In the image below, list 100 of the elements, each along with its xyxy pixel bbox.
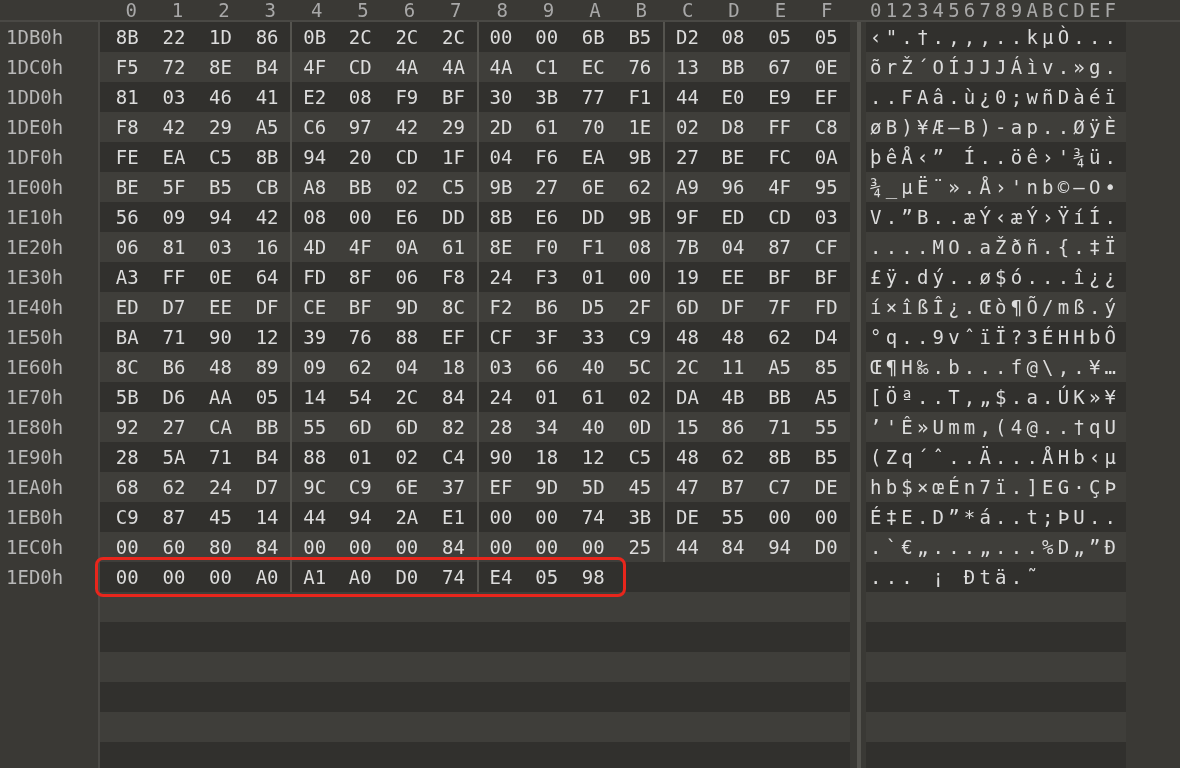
hex-byte[interactable]: 95	[802, 172, 850, 202]
hex-byte[interactable]: B7	[709, 472, 757, 502]
hex-byte[interactable]: 62	[616, 172, 664, 202]
hex-byte[interactable]: 00	[290, 532, 337, 562]
hex-byte[interactable]: 0A	[802, 142, 850, 172]
hex-byte[interactable]: 56	[104, 202, 151, 232]
hex-byte[interactable]: 84	[243, 532, 291, 562]
hex-byte[interactable]: 8B	[104, 22, 151, 52]
hex-byte[interactable]: 0D	[616, 412, 664, 442]
hex-byte[interactable]: F1	[569, 232, 617, 262]
hex-byte[interactable]: BA	[104, 322, 151, 352]
hex-byte[interactable]: 76	[616, 52, 664, 82]
hex-byte[interactable]: DF	[709, 292, 757, 322]
hex-byte[interactable]: 00	[523, 532, 570, 562]
hex-byte[interactable]: DD	[569, 202, 617, 232]
hex-byte[interactable]: 87	[756, 232, 803, 262]
hex-byte[interactable]: 6B	[569, 22, 617, 52]
hex-byte[interactable]: F9	[383, 82, 431, 112]
hex-byte[interactable]: 9B	[476, 172, 524, 202]
hex-byte[interactable]: EA	[150, 142, 198, 172]
hex-byte[interactable]: 00	[476, 532, 524, 562]
hex-byte[interactable]: 61	[523, 112, 570, 142]
hex-byte[interactable]: 0A	[383, 232, 431, 262]
hex-byte[interactable]: 5D	[569, 472, 617, 502]
hex-byte[interactable]: E9	[756, 82, 803, 112]
hex-byte[interactable]: 25	[616, 532, 664, 562]
hex-byte[interactable]: BB	[756, 382, 803, 412]
hex-byte[interactable]: 04	[709, 232, 757, 262]
hex-byte[interactable]: 4A	[476, 52, 524, 82]
hex-byte[interactable]: 28	[104, 442, 151, 472]
hex-byte[interactable]: 12	[569, 442, 617, 472]
hex-byte[interactable]: 60	[150, 532, 198, 562]
hex-byte[interactable]: 00	[569, 532, 617, 562]
hex-byte[interactable]: E0	[709, 82, 757, 112]
hex-byte[interactable]: 5F	[150, 172, 198, 202]
hex-byte[interactable]: C9	[104, 502, 151, 532]
hex-byte[interactable]: 06	[104, 232, 151, 262]
hex-byte[interactable]: 90	[197, 322, 244, 352]
hex-byte[interactable]: 87	[150, 502, 198, 532]
hex-byte[interactable]: EF	[430, 322, 477, 352]
hex-byte[interactable]: F3	[523, 262, 570, 292]
hex-byte[interactable]: 00	[336, 202, 384, 232]
hex-byte[interactable]: 6D	[336, 412, 384, 442]
hex-byte[interactable]: 20	[336, 142, 384, 172]
hex-byte[interactable]: 2C	[383, 22, 431, 52]
hex-byte[interactable]: FE	[104, 142, 151, 172]
hex-byte[interactable]: D0	[802, 532, 850, 562]
hex-byte[interactable]: 18	[430, 352, 477, 382]
hex-byte[interactable]: CE	[290, 292, 337, 322]
hex-byte[interactable]: 27	[523, 172, 570, 202]
hex-byte[interactable]: 71	[150, 322, 198, 352]
hex-byte[interactable]: 08	[336, 82, 384, 112]
hex-byte[interactable]: FF	[756, 112, 803, 142]
hex-byte[interactable]: 00	[523, 22, 570, 52]
hex-byte[interactable]: 4D	[290, 232, 337, 262]
hex-byte[interactable]: F0	[523, 232, 570, 262]
hex-byte[interactable]: 2C	[383, 382, 431, 412]
hex-byte[interactable]: C5	[430, 172, 477, 202]
hex-byte[interactable]: C1	[523, 52, 570, 82]
hex-byte[interactable]: 02	[616, 382, 664, 412]
hex-byte[interactable]: 96	[709, 172, 757, 202]
hex-byte[interactable]: 01	[569, 262, 617, 292]
hex-byte[interactable]: 68	[104, 472, 151, 502]
hex-byte[interactable]: A8	[290, 172, 337, 202]
hex-byte[interactable]: 40	[569, 352, 617, 382]
hex-byte[interactable]: BE	[104, 172, 151, 202]
hex-byte[interactable]: 3B	[616, 502, 664, 532]
hex-byte[interactable]: 98	[569, 562, 617, 592]
hex-byte[interactable]: 76	[336, 322, 384, 352]
hex-byte[interactable]: 00	[104, 562, 151, 592]
hex-byte[interactable]: 2C	[663, 352, 710, 382]
hex-byte[interactable]: EF	[476, 472, 524, 502]
hex-byte[interactable]: 4F	[290, 52, 337, 82]
hex-byte[interactable]: A0	[243, 562, 291, 592]
hex-byte[interactable]: C7	[756, 472, 803, 502]
hex-byte[interactable]: C5	[197, 142, 244, 172]
hex-byte[interactable]: F8	[104, 112, 151, 142]
hex-byte[interactable]: 9D	[383, 292, 431, 322]
hex-byte[interactable]: 09	[290, 352, 337, 382]
hex-byte[interactable]: B6	[523, 292, 570, 322]
hex-byte[interactable]: D7	[243, 472, 291, 502]
hex-byte[interactable]: 9C	[290, 472, 337, 502]
hex-byte[interactable]: D6	[150, 382, 198, 412]
hex-byte[interactable]: 4A	[383, 52, 431, 82]
hex-byte[interactable]: C8	[802, 112, 850, 142]
hex-byte[interactable]: C4	[430, 442, 477, 472]
hex-byte[interactable]: 8B	[243, 142, 291, 172]
hex-byte[interactable]: F1	[616, 82, 664, 112]
hex-byte[interactable]: 67	[756, 52, 803, 82]
hex-byte[interactable]: 80	[197, 532, 244, 562]
hex-byte[interactable]: 16	[243, 232, 291, 262]
hex-byte[interactable]: B5	[616, 22, 664, 52]
hex-byte[interactable]: ED	[104, 292, 151, 322]
hex-byte[interactable]: 81	[104, 82, 151, 112]
hex-byte[interactable]: D4	[802, 322, 850, 352]
hex-byte[interactable]: E6	[523, 202, 570, 232]
hex-byte[interactable]: EE	[709, 262, 757, 292]
hex-byte[interactable]: 05	[802, 22, 850, 52]
hex-byte[interactable]: 62	[756, 322, 803, 352]
hex-byte[interactable]: 03	[150, 82, 198, 112]
